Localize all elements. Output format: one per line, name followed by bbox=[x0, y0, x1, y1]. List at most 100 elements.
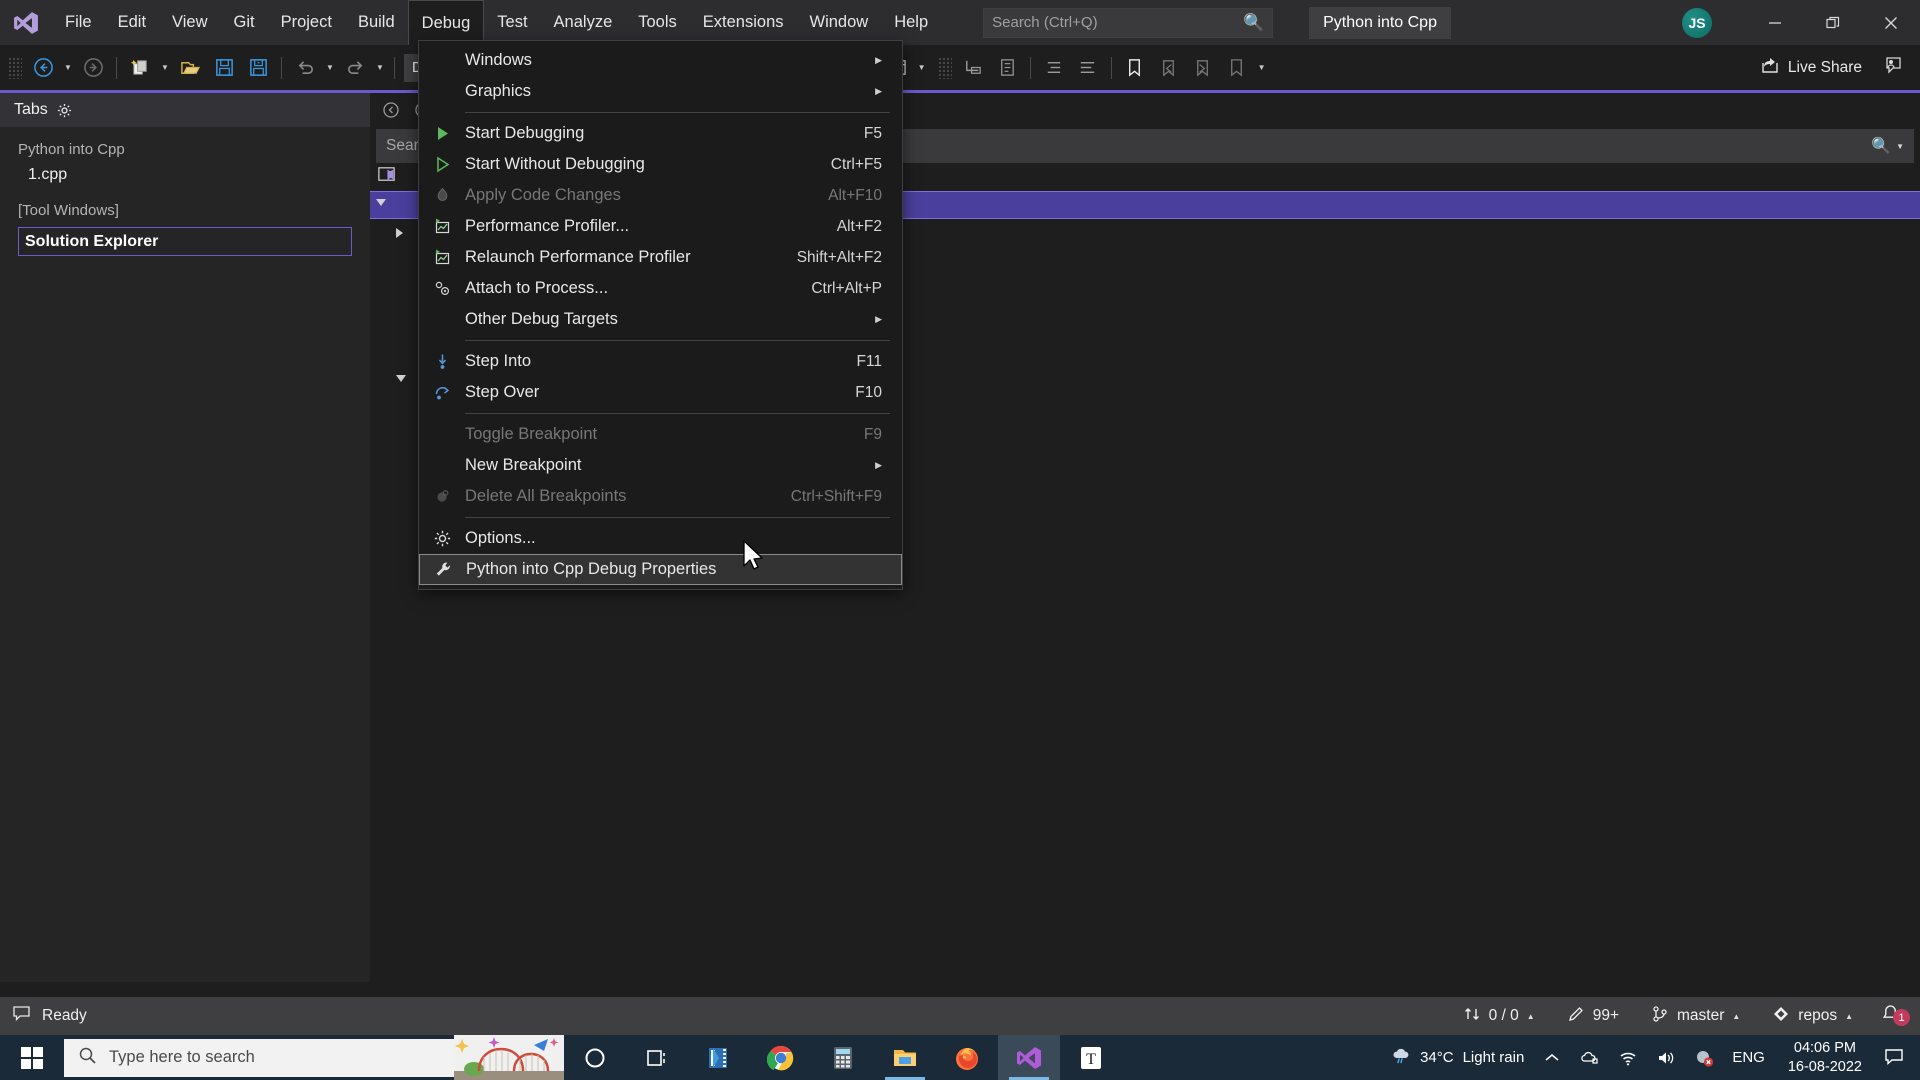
gear-icon[interactable] bbox=[57, 103, 72, 118]
taskbar-clock[interactable]: 04:06 PM 16-08-2022 bbox=[1774, 1039, 1876, 1075]
feedback-icon[interactable] bbox=[1872, 55, 1920, 80]
chevron-right-icon[interactable] bbox=[396, 228, 403, 238]
menu-help[interactable]: Help bbox=[881, 0, 941, 45]
menu-item-label: Windows bbox=[465, 51, 532, 69]
navigate-forward-icon[interactable] bbox=[76, 51, 110, 85]
firefox-icon[interactable] bbox=[936, 1035, 998, 1080]
text-app-icon[interactable]: T bbox=[1060, 1035, 1122, 1080]
menu-item-start-debugging[interactable]: Start Debugging F5 bbox=[419, 118, 902, 149]
indent-icon[interactable] bbox=[956, 51, 990, 85]
increase-indent-icon[interactable] bbox=[1037, 51, 1071, 85]
menu-test[interactable]: Test bbox=[484, 0, 540, 45]
menu-debug[interactable]: Debug bbox=[407, 0, 485, 45]
menu-tools[interactable]: Tools bbox=[625, 0, 690, 45]
clear-bookmarks-icon[interactable] bbox=[1220, 51, 1254, 85]
antivirus-icon[interactable] bbox=[1685, 1048, 1723, 1068]
menu-window[interactable]: Window bbox=[797, 0, 882, 45]
google-chrome-icon[interactable] bbox=[750, 1035, 812, 1080]
save-icon[interactable] bbox=[207, 51, 241, 85]
weather-widget[interactable]: 34°C Light rain bbox=[1382, 1046, 1533, 1070]
chevron-down-icon[interactable] bbox=[376, 199, 386, 211]
toolbar-grip[interactable] bbox=[8, 56, 22, 79]
new-project-dropdown-icon[interactable]: ▼ bbox=[157, 51, 173, 85]
onedrive-icon[interactable] bbox=[1571, 1048, 1609, 1068]
taskbar-app-buttons: T bbox=[564, 1035, 1122, 1080]
menu-edit[interactable]: Edit bbox=[105, 0, 159, 45]
navigate-back-dropdown-icon[interactable]: ▼ bbox=[60, 51, 76, 85]
next-bookmark-icon[interactable] bbox=[1186, 51, 1220, 85]
back-icon[interactable] bbox=[376, 96, 406, 124]
title-bar: File Edit View Git Project Build Debug T… bbox=[0, 0, 1920, 45]
menu-item-attach-to-process[interactable]: Attach to Process... Ctrl+Alt+P bbox=[419, 273, 902, 304]
decrease-indent-icon[interactable] bbox=[1071, 51, 1105, 85]
repository-selector-button[interactable]: repos ▲ bbox=[1756, 1005, 1869, 1028]
open-file-icon[interactable] bbox=[173, 51, 207, 85]
menu-item-start-without-debugging[interactable]: Start Without Debugging Ctrl+F5 bbox=[419, 149, 902, 180]
calculator-icon[interactable] bbox=[812, 1035, 874, 1080]
performance-profiler-icon bbox=[419, 217, 465, 236]
branch-selector-button[interactable]: master ▲ bbox=[1635, 1005, 1756, 1028]
comment-icon[interactable] bbox=[990, 51, 1024, 85]
pending-changes-button[interactable]: 99+ bbox=[1551, 1005, 1635, 1028]
menu-item-relaunch-performance-profiler[interactable]: Relaunch Performance Profiler Shift+Alt+… bbox=[419, 242, 902, 273]
chevron-up-icon: ▲ bbox=[1732, 1011, 1741, 1021]
menu-item-windows[interactable]: Windows ▶ bbox=[419, 45, 902, 76]
play-outline-icon bbox=[419, 155, 465, 174]
redo-icon[interactable] bbox=[338, 51, 372, 85]
menu-item-options[interactable]: Options... bbox=[419, 523, 902, 554]
global-search-input[interactable]: Search (Ctrl+Q) 🔍 bbox=[983, 7, 1274, 38]
chevron-down-icon[interactable] bbox=[396, 375, 406, 387]
bookmark-icon[interactable] bbox=[1118, 51, 1152, 85]
cortana-icon[interactable] bbox=[564, 1035, 626, 1080]
menu-view[interactable]: View bbox=[159, 0, 220, 45]
account-avatar[interactable]: JS bbox=[1682, 7, 1712, 38]
undo-dropdown-icon[interactable]: ▼ bbox=[322, 51, 338, 85]
live-share-button[interactable]: Live Share bbox=[1760, 55, 1872, 80]
menu-item-step-into[interactable]: Step Into F11 bbox=[419, 346, 902, 377]
undo-icon[interactable] bbox=[288, 51, 322, 85]
news-weather-widget[interactable] bbox=[454, 1035, 564, 1080]
menu-analyze[interactable]: Analyze bbox=[541, 0, 626, 45]
notifications-button[interactable]: 1 bbox=[1869, 1004, 1920, 1028]
menu-item-shortcut: Ctrl+Shift+F9 bbox=[790, 487, 882, 505]
menu-item-debug-properties[interactable]: Python into Cpp Debug Properties bbox=[419, 554, 902, 585]
chevron-up-icon[interactable] bbox=[1533, 1048, 1571, 1068]
visual-studio-icon[interactable] bbox=[998, 1035, 1060, 1080]
menu-item-other-debug-targets[interactable]: Other Debug Targets ▶ bbox=[419, 304, 902, 335]
wifi-icon[interactable] bbox=[1609, 1048, 1647, 1068]
language-indicator[interactable]: ENG bbox=[1723, 1049, 1774, 1066]
menu-item-step-over[interactable]: Step Over F10 bbox=[419, 377, 902, 408]
menu-build[interactable]: Build bbox=[345, 0, 408, 45]
action-center-icon[interactable] bbox=[1876, 1046, 1920, 1070]
tabs-item-solution-explorer[interactable]: Solution Explorer bbox=[18, 227, 352, 256]
movies-tv-icon[interactable] bbox=[688, 1035, 750, 1080]
save-all-icon[interactable] bbox=[241, 51, 275, 85]
redo-dropdown-icon[interactable]: ▼ bbox=[372, 51, 388, 85]
toolbar-grip[interactable] bbox=[937, 56, 952, 79]
menu-extensions[interactable]: Extensions bbox=[690, 0, 797, 45]
task-view-icon[interactable] bbox=[626, 1035, 688, 1080]
menu-item-new-breakpoint[interactable]: New Breakpoint ▶ bbox=[419, 450, 902, 481]
menu-item-graphics[interactable]: Graphics ▶ bbox=[419, 76, 902, 107]
file-explorer-icon[interactable] bbox=[874, 1035, 936, 1080]
previous-bookmark-icon[interactable] bbox=[1152, 51, 1186, 85]
menu-file[interactable]: File bbox=[52, 0, 105, 45]
new-project-icon[interactable] bbox=[123, 51, 157, 85]
navigate-back-icon[interactable] bbox=[26, 51, 60, 85]
tabs-document-1cpp[interactable]: 1.cpp bbox=[0, 162, 370, 188]
volume-icon[interactable] bbox=[1647, 1048, 1685, 1068]
chevron-down-icon[interactable]: ▼ bbox=[1896, 142, 1904, 151]
menu-git[interactable]: Git bbox=[221, 0, 268, 45]
submenu-arrow-icon: ▶ bbox=[875, 55, 882, 65]
window-layout-dropdown-icon[interactable]: ▼ bbox=[914, 51, 930, 85]
menu-item-performance-profiler[interactable]: Performance Profiler... Alt+F2 bbox=[419, 211, 902, 242]
menu-project[interactable]: Project bbox=[268, 0, 345, 45]
restore-button[interactable] bbox=[1804, 0, 1862, 45]
toolbar-overflow-icon[interactable]: ▼ bbox=[1254, 51, 1270, 85]
windows-start-icon[interactable] bbox=[0, 1035, 64, 1080]
menu-item-shortcut: F10 bbox=[855, 383, 882, 401]
taskbar-search-input[interactable]: Type here to search bbox=[64, 1038, 454, 1077]
source-control-sync-button[interactable]: 0 / 0 ▲ bbox=[1447, 1005, 1551, 1028]
minimize-button[interactable] bbox=[1746, 0, 1804, 45]
close-button[interactable] bbox=[1862, 0, 1920, 45]
